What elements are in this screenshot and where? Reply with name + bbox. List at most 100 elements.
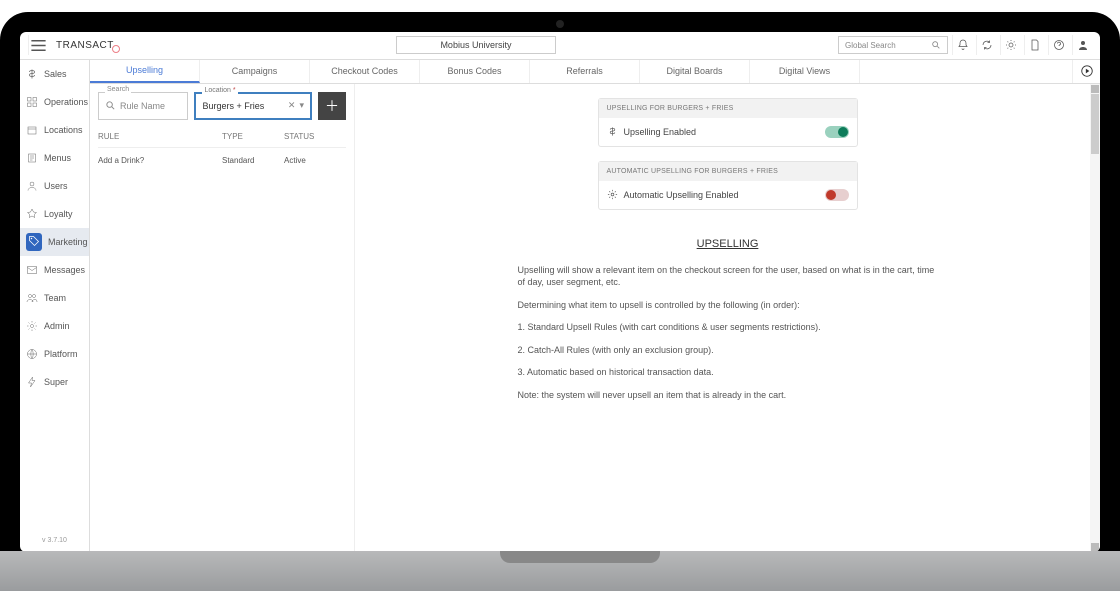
sidebar-item-label: Platform [44, 349, 78, 359]
table-row[interactable]: Add a Drink? Standard Active [98, 148, 346, 173]
top-right: Global Search [838, 35, 1092, 55]
search-icon [931, 40, 941, 50]
sidebar-item-locations[interactable]: Locations [20, 116, 89, 144]
tabs-row: Upselling Campaigns Checkout Codes Bonus… [90, 60, 1100, 84]
search-label: Search [105, 86, 131, 93]
tab-bonus-codes[interactable]: Bonus Codes [420, 60, 530, 83]
search-placeholder: Rule Name [120, 101, 165, 111]
sidebar-item-messages[interactable]: Messages [20, 256, 89, 284]
tab-referrals[interactable]: Referrals [530, 60, 640, 83]
table-header: RULE TYPE STATUS [98, 126, 346, 148]
col-rule: RULE [98, 132, 222, 141]
location-field-wrap: Location Burgers + Fries ✕ ▾ [194, 92, 312, 120]
org-selector[interactable]: Mobius University [396, 36, 556, 54]
tab-campaigns[interactable]: Campaigns [200, 60, 310, 83]
user-icon[interactable] [1072, 35, 1092, 55]
laptop-camera [556, 20, 564, 28]
sidebar-item-label: Users [44, 181, 68, 191]
scrollbar[interactable] [1090, 84, 1100, 552]
sidebar-item-marketing[interactable]: Marketing [20, 228, 89, 256]
notifications-icon[interactable] [952, 35, 972, 55]
scroll-up-icon[interactable] [1091, 85, 1099, 93]
sidebar-item-label: Team [44, 293, 66, 303]
sidebar-item-label: Operations [44, 97, 88, 107]
app-screen: TRANSACT Mobius University Global Search [20, 32, 1100, 552]
tab-digital-views[interactable]: Digital Views [750, 60, 860, 83]
tab-digital-boards[interactable]: Digital Boards [640, 60, 750, 83]
location-label: Location [202, 87, 237, 94]
auto-upselling-toggle[interactable] [825, 189, 849, 201]
info-area: UPSELLING Upselling will show a relevant… [518, 238, 938, 402]
sidebar-item-operations[interactable]: Operations [20, 88, 89, 116]
tab-checkout-codes[interactable]: Checkout Codes [310, 60, 420, 83]
laptop-frame: TRANSACT Mobius University Global Search [0, 12, 1120, 591]
document-icon[interactable] [1024, 35, 1044, 55]
menu-icon[interactable] [28, 35, 48, 55]
chevron-down-icon[interactable]: ▾ [299, 100, 304, 111]
sidebar-item-platform[interactable]: Platform [20, 340, 89, 368]
upselling-card-body: Upselling Enabled [599, 118, 857, 146]
sidebar-item-menus[interactable]: Menus [20, 144, 89, 172]
scroll-down-icon[interactable] [1091, 543, 1099, 551]
auto-upselling-card: AUTOMATIC UPSELLING FOR BURGERS + FRIES … [598, 161, 858, 210]
cell-status: Active [284, 156, 346, 165]
left-pane: Search Rule Name Location Burgers + Frie… [90, 84, 355, 552]
sidebar-item-label: Menus [44, 153, 71, 163]
info-p4: 2. Catch-All Rules (with only an exclusi… [518, 344, 938, 357]
search-field-wrap: Search Rule Name [98, 92, 188, 120]
auto-upselling-card-head: AUTOMATIC UPSELLING FOR BURGERS + FRIES [599, 162, 857, 181]
tab-upselling[interactable]: Upselling [90, 60, 200, 83]
sidebar-item-loyalty[interactable]: Loyalty [20, 200, 89, 228]
brand-logo: TRANSACT [56, 40, 114, 51]
sidebar-item-label: Sales [44, 69, 67, 79]
auto-upselling-card-body: Automatic Upselling Enabled [599, 181, 857, 209]
upselling-card: UPSELLING FOR BURGERS + FRIES Upselling … [598, 98, 858, 147]
sidebar-item-admin[interactable]: Admin [20, 312, 89, 340]
theme-icon[interactable] [1000, 35, 1020, 55]
clear-icon[interactable]: ✕ [288, 100, 296, 111]
main-area: Upselling Campaigns Checkout Codes Bonus… [90, 60, 1100, 552]
info-p1: Upselling will show a relevant item on t… [518, 264, 938, 289]
info-p3: 1. Standard Upsell Rules (with cart cond… [518, 321, 938, 334]
help-icon[interactable] [1048, 35, 1068, 55]
location-select[interactable]: Location Burgers + Fries ✕ ▾ [194, 92, 312, 120]
topbar: TRANSACT Mobius University Global Search [20, 32, 1100, 60]
upselling-toggle[interactable] [825, 126, 849, 138]
sidebar-item-label: Loyalty [44, 209, 73, 219]
location-value: Burgers + Fries [202, 101, 264, 111]
sidebar-item-super[interactable]: Super [20, 368, 89, 396]
sidebar: Sales Operations Locations Menus Users L… [20, 60, 90, 552]
info-p5: 3. Automatic based on historical transac… [518, 366, 938, 379]
cell-rule: Add a Drink? [98, 156, 222, 165]
sidebar-item-label: Locations [44, 125, 83, 135]
sidebar-item-users[interactable]: Users [20, 172, 89, 200]
info-p2: Determining what item to upsell is contr… [518, 299, 938, 312]
right-pane: UPSELLING FOR BURGERS + FRIES Upselling … [355, 84, 1100, 552]
sync-icon[interactable] [976, 35, 996, 55]
info-p6: Note: the system will never upsell an it… [518, 389, 938, 402]
sidebar-item-label: Super [44, 377, 68, 387]
col-status: STATUS [284, 132, 346, 141]
scrollbar-thumb[interactable] [1091, 94, 1099, 154]
sidebar-item-team[interactable]: Team [20, 284, 89, 312]
laptop-notch [500, 551, 660, 563]
search-icon [105, 100, 116, 111]
search-input[interactable]: Search Rule Name [98, 92, 188, 120]
sidebar-item-label: Messages [44, 265, 85, 275]
sidebar-item-sales[interactable]: Sales [20, 60, 89, 88]
tag-icon [26, 233, 42, 251]
info-title: UPSELLING [518, 238, 938, 250]
gear-icon [607, 189, 618, 200]
sidebar-item-label: Marketing [48, 237, 88, 247]
play-tutorial-button[interactable] [1072, 60, 1100, 83]
add-rule-button[interactable]: ＋ [318, 92, 346, 120]
top-center: Mobius University [122, 36, 830, 54]
version-label: v 3.7.10 [20, 537, 89, 544]
cell-type: Standard [222, 156, 284, 165]
dollar-icon [607, 126, 618, 137]
body-area: Sales Operations Locations Menus Users L… [20, 60, 1100, 552]
filter-row: Search Rule Name Location Burgers + Frie… [98, 92, 346, 120]
auto-upselling-enabled-label: Automatic Upselling Enabled [624, 190, 739, 200]
upselling-enabled-label: Upselling Enabled [624, 127, 697, 137]
global-search[interactable]: Global Search [838, 36, 948, 54]
